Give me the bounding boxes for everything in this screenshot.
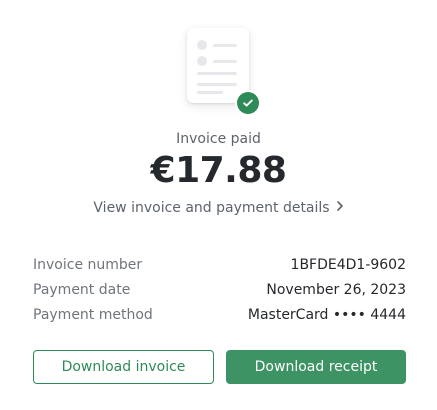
invoice-number-row: Invoice number 1BFDE4D1-9602 [33, 252, 406, 277]
payment-method-value: MasterCard •••• 4444 [247, 306, 406, 323]
invoice-document-icon [187, 28, 262, 116]
checkmark-icon [237, 92, 259, 114]
download-invoice-button[interactable]: Download invoice [33, 350, 214, 384]
invoice-details-list: Invoice number 1BFDE4D1-9602 Payment dat… [33, 252, 406, 327]
download-invoice-button-label: Download invoice [61, 359, 186, 375]
payment-method-row: Payment method MasterCard •••• 4444 [33, 302, 406, 327]
invoice-number-label: Invoice number [33, 256, 143, 273]
payment-date-value: November 26, 2023 [266, 281, 406, 298]
placeholder-line [197, 72, 237, 75]
placeholder-line [197, 83, 237, 86]
view-invoice-details-label: View invoice and payment details [93, 200, 330, 216]
invoice-paper [187, 28, 249, 103]
placeholder-dot [197, 40, 207, 50]
invoice-status-label: Invoice paid [176, 131, 261, 147]
payment-method-label: Payment method [33, 306, 153, 323]
invoice-number-value: 1BFDE4D1-9602 [290, 256, 406, 273]
invoice-amount: €17.88 [150, 150, 287, 191]
chevron-right-icon [336, 200, 344, 216]
payment-date-row: Payment date November 26, 2023 [33, 277, 406, 302]
view-invoice-details-link[interactable]: View invoice and payment details [0, 200, 437, 216]
payment-date-label: Payment date [33, 281, 131, 298]
placeholder-line [197, 91, 223, 94]
download-receipt-button-label: Download receipt [254, 359, 378, 375]
placeholder-dot [197, 56, 207, 66]
placeholder-line [213, 60, 237, 63]
download-receipt-button[interactable]: Download receipt [226, 350, 406, 384]
placeholder-line [213, 44, 237, 47]
